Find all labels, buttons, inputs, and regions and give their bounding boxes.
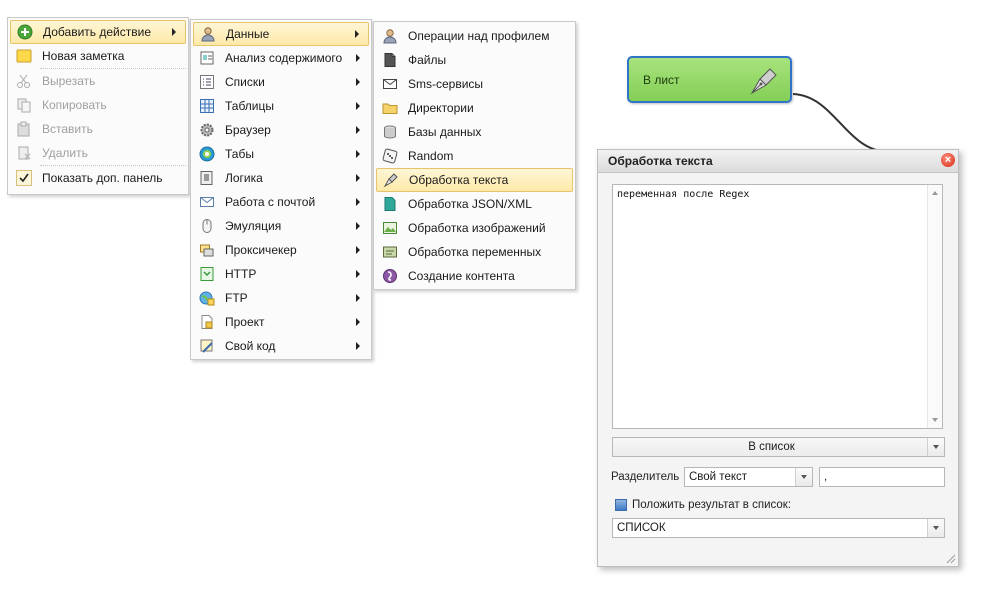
pen-nib-icon [750, 68, 777, 95]
separator-type-select[interactable]: Свой текст [684, 467, 813, 487]
chevron-down-icon [927, 519, 944, 537]
scrollbar[interactable] [927, 185, 942, 428]
dialog-header: Обработка текста × [598, 150, 958, 173]
separator-type-value: Свой текст [689, 471, 748, 483]
flow-node[interactable]: В лист [627, 56, 792, 103]
close-icon[interactable]: × [941, 153, 955, 167]
text-input-area[interactable]: переменная после Regex [612, 184, 943, 429]
separator-value: , [824, 471, 828, 483]
action-select-value: В список [748, 441, 795, 453]
chevron-down-icon [927, 438, 944, 456]
put-result-checkbox[interactable] [615, 499, 627, 511]
dialog-title: Обработка текста [608, 154, 713, 168]
node-label: В лист [643, 73, 680, 87]
resize-grip-icon[interactable] [944, 552, 956, 564]
separator-value-input[interactable]: , [819, 467, 945, 487]
action-select[interactable]: В список [612, 437, 945, 457]
list-select[interactable]: СПИСОК [612, 518, 945, 538]
list-select-value: СПИСОК [617, 522, 666, 534]
checkbox-label: Положить результат в список: [632, 499, 792, 511]
chevron-down-icon [795, 468, 812, 486]
text-processing-dialog: Обработка текста × переменная после Rege… [597, 149, 959, 567]
separator-label: Разделитель [611, 471, 680, 483]
text-value: переменная после Regex [617, 189, 750, 200]
